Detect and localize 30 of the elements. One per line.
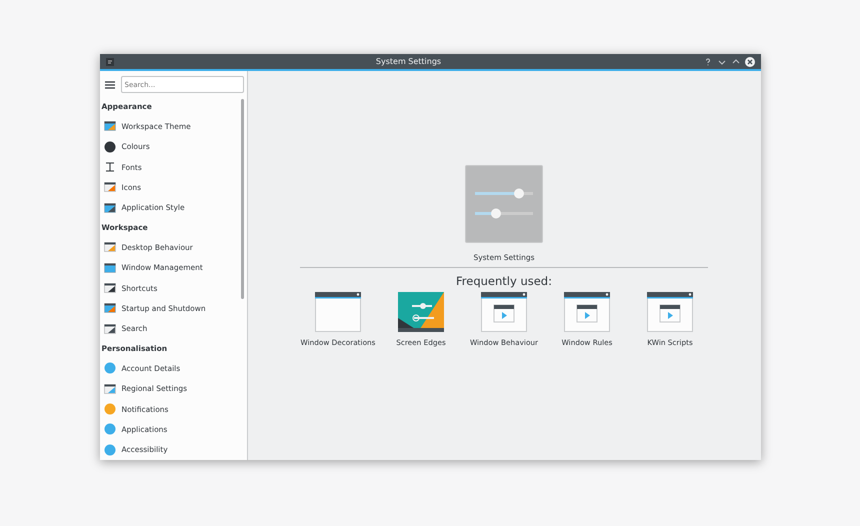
font-icon <box>104 161 116 174</box>
circle-icon <box>104 140 116 153</box>
circle-icon <box>104 423 116 436</box>
window-icon <box>564 292 610 332</box>
app-icon <box>104 302 116 314</box>
app-icon <box>104 241 116 254</box>
app-icon <box>104 322 116 335</box>
window-icon <box>315 292 361 332</box>
window-title: System Settings <box>374 57 442 66</box>
window-icon <box>647 292 693 332</box>
section-heading: Frequently used: <box>456 274 552 288</box>
app-icon <box>106 58 114 66</box>
scrollbar[interactable] <box>240 99 244 299</box>
close-icon[interactable] <box>744 56 754 66</box>
circle-icon <box>104 362 116 374</box>
app-icon <box>104 282 116 294</box>
settings-sliders-icon <box>465 165 543 243</box>
circle-icon <box>104 403 116 416</box>
menu-icon[interactable] <box>104 80 114 88</box>
app-icon <box>104 382 116 395</box>
app-icon <box>104 120 116 132</box>
maximize-icon[interactable] <box>732 58 740 66</box>
window-icon <box>481 292 527 332</box>
app-icon <box>104 181 116 194</box>
help-icon[interactable] <box>704 58 712 66</box>
minimize-icon[interactable] <box>718 58 726 66</box>
circle-icon <box>104 444 116 456</box>
app-icon <box>104 262 116 274</box>
app-icon <box>104 202 116 214</box>
screen-edges-icon <box>398 292 444 332</box>
